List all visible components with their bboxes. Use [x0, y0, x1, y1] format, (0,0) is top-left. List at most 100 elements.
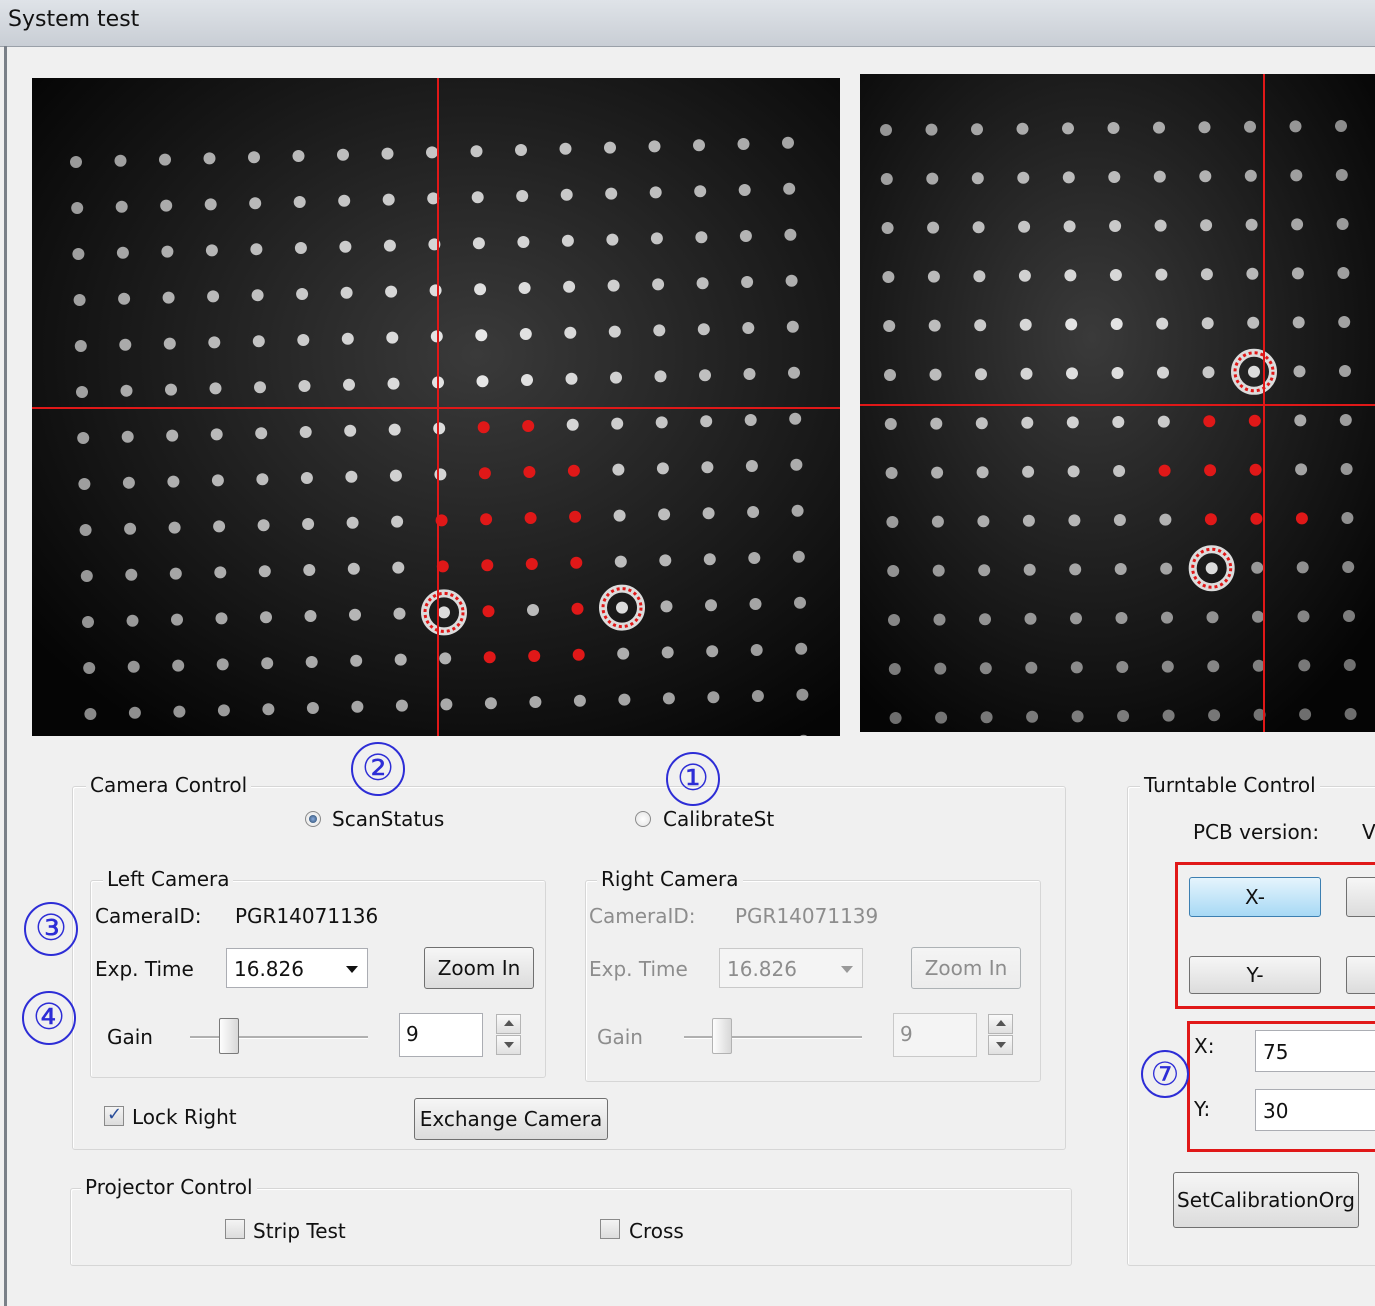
calibration-dot [1341, 512, 1354, 524]
calibration-dot [249, 197, 262, 210]
calibration-dot [296, 288, 309, 300]
scan-status-radio[interactable] [305, 811, 321, 827]
calibration-dot [1153, 170, 1166, 183]
strip-test-checkbox[interactable] [225, 1219, 245, 1239]
calibration-dot [1244, 120, 1256, 133]
calibration-dot [519, 328, 532, 340]
calibration-dot [931, 515, 944, 528]
set-calibration-org-button[interactable]: SetCalibrationOrg [1173, 1172, 1359, 1228]
calibration-dot [392, 561, 405, 574]
calibration-dot [395, 699, 408, 712]
exchange-camera-button[interactable]: Exchange Camera [414, 1098, 608, 1140]
calibration-dot [1157, 415, 1170, 428]
right-camera-id: PGR14071139 [735, 904, 879, 928]
calibration-dot [887, 565, 900, 577]
calibration-dot [1296, 561, 1309, 574]
calibration-dot [699, 369, 711, 382]
calibration-dot [1198, 121, 1211, 134]
left-zoom-in-button[interactable]: Zoom In [424, 947, 534, 989]
calibration-dot [1251, 561, 1264, 574]
calibration-dot [72, 248, 85, 260]
calibration-dot [560, 188, 573, 201]
left-gain-spin-up[interactable] [496, 1014, 521, 1034]
calibration-dot [976, 466, 989, 479]
calibration-dot [391, 515, 404, 528]
left-gain-slider-track[interactable] [190, 1036, 368, 1039]
calibration-dot [163, 337, 176, 350]
calibration-dot [207, 290, 220, 303]
calibration-dot [252, 335, 265, 348]
calibration-dot [474, 283, 487, 296]
calibration-dot [1108, 171, 1121, 183]
calibration-dot [788, 366, 800, 379]
calibration-dot [173, 705, 186, 718]
calibration-dot [470, 145, 483, 158]
calibration-dot [610, 371, 622, 384]
calibration-dot [346, 516, 359, 529]
lock-right-checkbox[interactable]: ✓ [104, 1104, 124, 1126]
calibration-dot [883, 320, 896, 332]
calibration-dot [1247, 316, 1260, 329]
calibration-dot [973, 270, 986, 283]
calibration-dot [613, 509, 626, 522]
calibration-dot [426, 146, 438, 159]
calibration-dot [1153, 121, 1165, 134]
detected-dot [1203, 415, 1216, 428]
calibration-dot [1115, 612, 1128, 624]
calibration-dot [169, 567, 182, 580]
calibration-dot [1335, 169, 1348, 181]
calibration-dot [255, 427, 268, 440]
x-minus-button[interactable]: X- [1189, 877, 1321, 917]
calibration-dot [387, 377, 400, 390]
calibration-dot [1290, 169, 1303, 182]
calibration-dot [979, 662, 992, 675]
calibrate-radio[interactable] [635, 811, 651, 827]
calibration-dot [204, 198, 217, 211]
left-gain-spin-down[interactable] [496, 1035, 521, 1055]
right-gain-slider-thumb[interactable] [712, 1018, 732, 1054]
calibration-dot [159, 153, 171, 166]
calibration-dot [1018, 220, 1031, 233]
x-position-input[interactable]: 75 [1255, 1030, 1375, 1072]
calibration-dot [292, 150, 305, 162]
calibration-dot [1116, 661, 1129, 673]
cross-checkbox[interactable] [600, 1219, 620, 1239]
y-plus-button[interactable] [1346, 956, 1375, 994]
calibration-dot [785, 274, 798, 287]
calibration-dot [745, 460, 758, 472]
right-exp-time-select[interactable]: 16.826 [719, 948, 863, 988]
calibration-dot [614, 555, 627, 568]
calibration-dot [203, 152, 216, 165]
cross-label[interactable]: Cross [629, 1219, 684, 1243]
calibration-dot [933, 613, 946, 626]
right-gain-input[interactable]: 9 [893, 1013, 977, 1057]
left-exp-time-label: Exp. Time [95, 957, 194, 981]
y-position-input[interactable]: 30 [1255, 1089, 1375, 1131]
calibrate-label[interactable]: CalibrateSt [663, 807, 774, 831]
y-minus-button[interactable]: Y- [1189, 956, 1321, 994]
calibration-dot [1068, 514, 1081, 527]
calibration-dot [974, 319, 987, 332]
left-gain-slider-thumb[interactable] [219, 1018, 239, 1054]
calibration-dot [608, 325, 621, 338]
calibration-dot [1161, 660, 1174, 673]
detected-dot [483, 651, 496, 664]
calibration-dot [706, 645, 719, 658]
left-gain-input[interactable]: 9 [399, 1013, 483, 1057]
lock-right-label[interactable]: Lock Right [132, 1105, 237, 1129]
x-plus-button[interactable] [1346, 877, 1375, 917]
left-exp-time-select[interactable]: 16.826 [226, 948, 368, 988]
right-gain-slider-track[interactable] [684, 1036, 862, 1039]
calibration-dot [303, 564, 316, 576]
right-zoom-in-button[interactable]: Zoom In [911, 947, 1021, 989]
calibration-dot [1206, 611, 1219, 624]
chevron-down-icon [841, 966, 853, 973]
calibration-dot [262, 703, 275, 716]
right-gain-spin-down[interactable] [988, 1035, 1013, 1055]
right-gain-spin-up[interactable] [988, 1014, 1013, 1034]
detected-dot [523, 466, 536, 478]
calibration-dot [1112, 416, 1125, 428]
scan-status-label[interactable]: ScanStatus [332, 807, 444, 831]
calibration-dot [1062, 171, 1075, 184]
strip-test-label[interactable]: Strip Test [253, 1219, 346, 1243]
